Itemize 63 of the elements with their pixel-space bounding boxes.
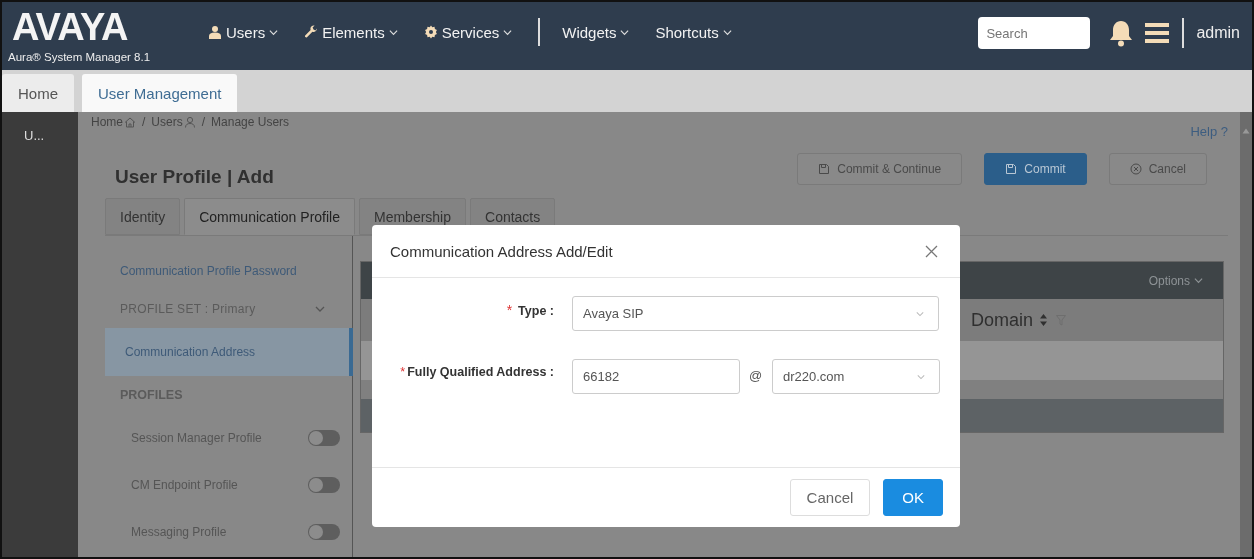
tab[interactable]: User Management <box>82 74 238 112</box>
close-circle-icon <box>1129 163 1142 175</box>
breadcrumb-link[interactable]: Users <box>151 115 196 129</box>
page-title: User Profile | Add <box>115 166 274 188</box>
save-icon <box>1005 163 1018 175</box>
home-icon <box>124 116 136 128</box>
nav-menu[interactable]: Shortcuts <box>655 23 732 41</box>
field-label: * Type : <box>505 301 554 318</box>
gear-icon <box>423 25 438 39</box>
options-menu[interactable]: Options <box>1142 272 1209 289</box>
at-sign: @ <box>747 367 764 383</box>
chevron-down-icon <box>1194 276 1203 285</box>
chevron-down-icon <box>315 305 325 313</box>
column-header[interactable]: Domain <box>971 309 1049 331</box>
user-icon <box>208 25 222 39</box>
nav-menu[interactable]: Users <box>208 23 279 41</box>
tab[interactable]: Home <box>2 74 74 112</box>
cancel-button[interactable]: Cancel <box>1108 153 1207 185</box>
sidebar-label[interactable]: U... <box>24 128 45 143</box>
field-label: * Fully Qualified Address : <box>399 364 554 379</box>
breadcrumb-separator: / <box>142 115 146 129</box>
domain-dropdown[interactable]: dr220.com <box>772 359 940 394</box>
search-field[interactable]: Search <box>978 17 1091 49</box>
toggle-switch[interactable] <box>308 429 340 446</box>
nav-menu[interactable]: Elements <box>304 23 398 41</box>
product-name: Aura® System Manager 8.1 <box>8 50 152 64</box>
breadcrumb-link[interactable]: Manage Users <box>211 115 290 129</box>
tab[interactable]: Communication Profile <box>184 198 355 235</box>
user-icon <box>183 116 196 128</box>
toggle-switch[interactable] <box>308 476 340 493</box>
commit-button[interactable]: Commit <box>984 153 1087 185</box>
chevron-down-icon <box>722 27 732 37</box>
toggle-switch[interactable] <box>308 523 340 540</box>
scroll-up-icon[interactable] <box>1242 128 1250 134</box>
chevron-down-icon <box>388 27 398 37</box>
chevron-down-icon <box>916 310 924 317</box>
required-mark: * <box>400 365 406 379</box>
save-icon <box>818 163 831 175</box>
sort-icon <box>1039 313 1049 327</box>
chevron-down-icon <box>620 27 630 37</box>
nav-item[interactable]: Communication Address <box>105 328 353 376</box>
type-dropdown[interactable]: Avaya SIP <box>572 296 939 331</box>
close-icon[interactable] <box>925 244 938 258</box>
wrench-icon <box>304 25 319 39</box>
chevron-down-icon <box>503 27 513 37</box>
nav-item[interactable]: Communication Profile Password <box>105 252 351 290</box>
nav-menu[interactable]: Services <box>423 23 513 41</box>
ok-button[interactable]: OK <box>883 479 943 516</box>
tab[interactable]: Identity <box>105 198 181 235</box>
dialog-title: Communication Address Add/Edit <box>390 242 613 260</box>
menu-icon[interactable] <box>1144 22 1171 44</box>
chevron-down-icon <box>269 27 279 37</box>
required-mark: * <box>506 302 513 318</box>
breadcrumb-separator: / <box>201 115 206 129</box>
breadcrumb-link[interactable]: Home <box>91 115 136 129</box>
logo: AVAYA <box>11 8 129 46</box>
address-field[interactable]: 66182 <box>572 359 740 394</box>
nav-menu[interactable]: Widgets <box>562 23 630 41</box>
chevron-down-icon <box>917 373 925 380</box>
commit-continue-button[interactable]: Commit & Continue <box>797 153 963 185</box>
user-name[interactable]: admin <box>1196 24 1240 42</box>
cancel-button[interactable]: Cancel <box>789 479 871 516</box>
bell-icon[interactable] <box>1108 19 1135 47</box>
